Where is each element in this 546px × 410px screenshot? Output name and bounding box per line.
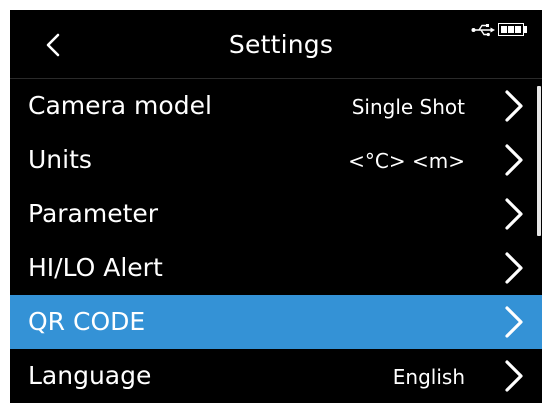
device-screen: Settings Camera model Single Shot Units … xyxy=(10,10,542,403)
menu-item-label: HI/LO Alert xyxy=(28,253,163,282)
battery-bar xyxy=(508,26,514,33)
chevron-right-icon xyxy=(505,306,523,338)
battery-bar xyxy=(501,26,507,33)
chevron-right-icon xyxy=(505,144,523,176)
battery-terminal xyxy=(524,26,527,33)
menu-item-label: QR CODE xyxy=(28,307,146,336)
menu-item-label: Parameter xyxy=(28,199,159,228)
menu-item-value: <°C> <m> xyxy=(348,149,465,173)
header-bar: Settings xyxy=(10,10,542,79)
chevron-right-icon xyxy=(505,252,523,284)
menu-item-parameter[interactable]: Parameter xyxy=(10,187,542,241)
menu-item-label: Units xyxy=(28,145,92,174)
menu-item-label: Language xyxy=(28,361,152,390)
scrollbar-thumb[interactable] xyxy=(537,86,541,236)
chevron-right-icon xyxy=(505,198,523,230)
battery-bar xyxy=(515,26,521,33)
usb-icon xyxy=(471,24,495,37)
chevron-right-icon xyxy=(505,360,523,392)
menu-item-units[interactable]: Units <°C> <m> xyxy=(10,133,542,187)
menu-item-label: Camera model xyxy=(28,91,212,120)
menu-item-value: Single Shot xyxy=(351,95,465,119)
chevron-right-icon xyxy=(505,90,523,122)
battery-icon xyxy=(498,23,528,36)
menu-item-hi-lo-alert[interactable]: HI/LO Alert xyxy=(10,241,542,295)
settings-menu: Camera model Single Shot Units <°C> <m> … xyxy=(10,79,542,403)
menu-item-camera-model[interactable]: Camera model Single Shot xyxy=(10,79,542,133)
page-title: Settings xyxy=(228,30,334,59)
battery-level xyxy=(498,23,524,36)
menu-item-language[interactable]: Language English xyxy=(10,349,542,403)
menu-item-qr-code[interactable]: QR CODE xyxy=(10,295,542,349)
menu-item-value: English xyxy=(392,365,465,389)
